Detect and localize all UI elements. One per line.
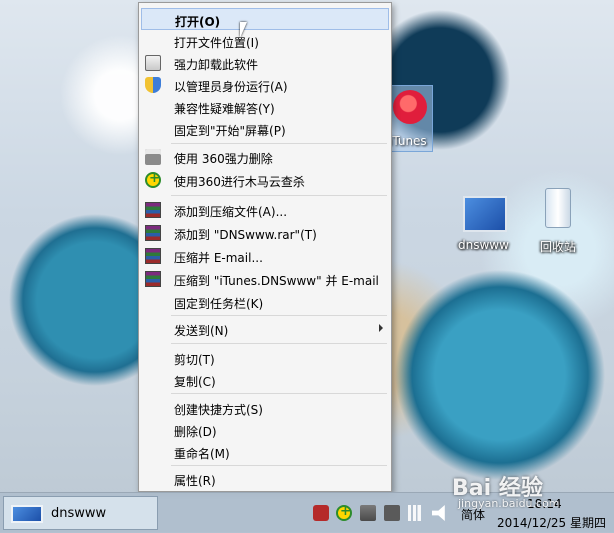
menu-item-compatibility[interactable]: 兼容性疑难解答(Y) bbox=[141, 96, 389, 118]
monitor-icon[interactable] bbox=[463, 196, 507, 232]
menu-item-pin-to-taskbar[interactable]: 固定到任务栏(K) bbox=[141, 291, 389, 313]
winrar-icon bbox=[145, 225, 161, 241]
menu-separator bbox=[171, 343, 387, 344]
menu-item-rename[interactable]: 重命名(M) bbox=[141, 441, 389, 463]
taskbar-button-label: dnswww bbox=[51, 506, 107, 521]
menu-item-label: 创建快捷方式(S) bbox=[174, 403, 263, 417]
menu-item-copy[interactable]: 复制(C) bbox=[141, 369, 389, 391]
monitor-icon bbox=[11, 505, 43, 523]
menu-item-add-to-rar[interactable]: 添加到 "DNSwww.rar"(T) bbox=[141, 222, 389, 244]
menu-item-label: 添加到 "DNSwww.rar"(T) bbox=[174, 228, 317, 242]
menu-separator bbox=[171, 195, 387, 196]
menu-item-label: 打开(O) bbox=[175, 15, 221, 29]
menu-item-open[interactable]: 打开(O) bbox=[141, 8, 389, 30]
recycle-bin-label[interactable]: 回收站 bbox=[540, 238, 576, 255]
clock-date[interactable]: 2014/12/25 星期四 bbox=[497, 514, 606, 531]
menu-item-label: 以管理员身份运行(A) bbox=[174, 80, 288, 94]
menu-separator bbox=[171, 315, 387, 316]
menu-item-open-file-location[interactable]: 打开文件位置(I) bbox=[141, 30, 389, 52]
menu-item-create-shortcut[interactable]: 创建快捷方式(S) bbox=[141, 397, 389, 419]
menu-item-label: 强力卸载此软件 bbox=[174, 58, 259, 72]
menu-item-label: 压缩到 "iTunes.DNSwww" 并 E-mail bbox=[174, 274, 379, 288]
tray-volume-icon[interactable] bbox=[432, 505, 445, 521]
dnswww-desktop-label[interactable]: dnswww bbox=[458, 238, 509, 252]
menu-item-send-to[interactable]: 发送到(N) bbox=[141, 318, 389, 340]
taskbar-button-dnswww[interactable]: dnswww bbox=[3, 496, 158, 530]
menu-item-add-to-archive[interactable]: 添加到压缩文件(A)... bbox=[141, 199, 389, 221]
menu-item-properties[interactable]: 属性(R) bbox=[141, 468, 389, 490]
winrar-icon bbox=[145, 202, 161, 218]
context-menu: 打开(O) 打开文件位置(I) 强力卸载此软件 以管理员身份运行(A) 兼容性疑… bbox=[138, 2, 392, 492]
menu-item-label: 重命名(M) bbox=[174, 447, 230, 461]
itunes-icon bbox=[393, 90, 427, 124]
menu-item-label: 属性(R) bbox=[174, 474, 216, 488]
menu-item-label: 删除(D) bbox=[174, 425, 217, 439]
tray-usb-icon[interactable] bbox=[360, 505, 376, 521]
menu-item-force-uninstall[interactable]: 强力卸载此软件 bbox=[141, 52, 389, 74]
menu-item-label: 压缩并 E-mail... bbox=[174, 251, 263, 265]
menu-item-compress-to-rar-email[interactable]: 压缩到 "iTunes.DNSwww" 并 E-mail bbox=[141, 268, 389, 290]
menu-item-compress-email[interactable]: 压缩并 E-mail... bbox=[141, 245, 389, 267]
tray-360-icon[interactable] bbox=[336, 504, 352, 521]
recycle-bin-icon[interactable] bbox=[545, 188, 571, 228]
menu-separator bbox=[171, 465, 387, 466]
trash-icon bbox=[145, 55, 161, 71]
menu-item-label: 发送到(N) bbox=[174, 324, 229, 338]
winrar-icon bbox=[145, 271, 161, 287]
menu-item-label: 复制(C) bbox=[174, 375, 216, 389]
tray-power-icon[interactable] bbox=[384, 505, 400, 521]
menu-item-label: 使用 360强力删除 bbox=[174, 152, 273, 166]
menu-item-cut[interactable]: 剪切(T) bbox=[141, 347, 389, 369]
baidu-watermark-url: jingyan.baidu.com bbox=[458, 497, 560, 510]
itunes-label: iTunes bbox=[389, 134, 427, 148]
menu-separator bbox=[171, 393, 387, 394]
menu-item-360-scan[interactable]: 使用360进行木马云查杀 bbox=[141, 169, 389, 191]
360-icon bbox=[145, 171, 161, 188]
tray-network-signal-icon[interactable] bbox=[408, 505, 424, 521]
tray-red-app-icon[interactable] bbox=[313, 505, 329, 521]
menu-item-pin-to-start[interactable]: 固定到"开始"屏幕(P) bbox=[141, 118, 389, 140]
menu-item-label: 兼容性疑难解答(Y) bbox=[174, 102, 275, 116]
mouse-cursor-icon bbox=[240, 22, 247, 38]
menu-separator bbox=[171, 143, 387, 144]
menu-item-label: 固定到任务栏(K) bbox=[174, 297, 264, 311]
uac-shield-icon bbox=[145, 77, 161, 93]
shredder-icon bbox=[145, 149, 161, 165]
menu-item-label: 固定到"开始"屏幕(P) bbox=[174, 124, 286, 138]
winrar-icon bbox=[145, 248, 161, 264]
menu-item-run-as-admin[interactable]: 以管理员身份运行(A) bbox=[141, 74, 389, 96]
menu-item-delete[interactable]: 删除(D) bbox=[141, 419, 389, 441]
menu-item-label: 使用360进行木马云查杀 bbox=[174, 175, 305, 189]
submenu-arrow-icon bbox=[379, 324, 383, 332]
menu-item-360-delete[interactable]: 使用 360强力删除 bbox=[141, 146, 389, 168]
menu-item-label: 添加到压缩文件(A)... bbox=[174, 205, 288, 219]
itunes-desktop-icon[interactable]: iTunes bbox=[386, 85, 433, 152]
menu-item-label: 剪切(T) bbox=[174, 353, 215, 367]
